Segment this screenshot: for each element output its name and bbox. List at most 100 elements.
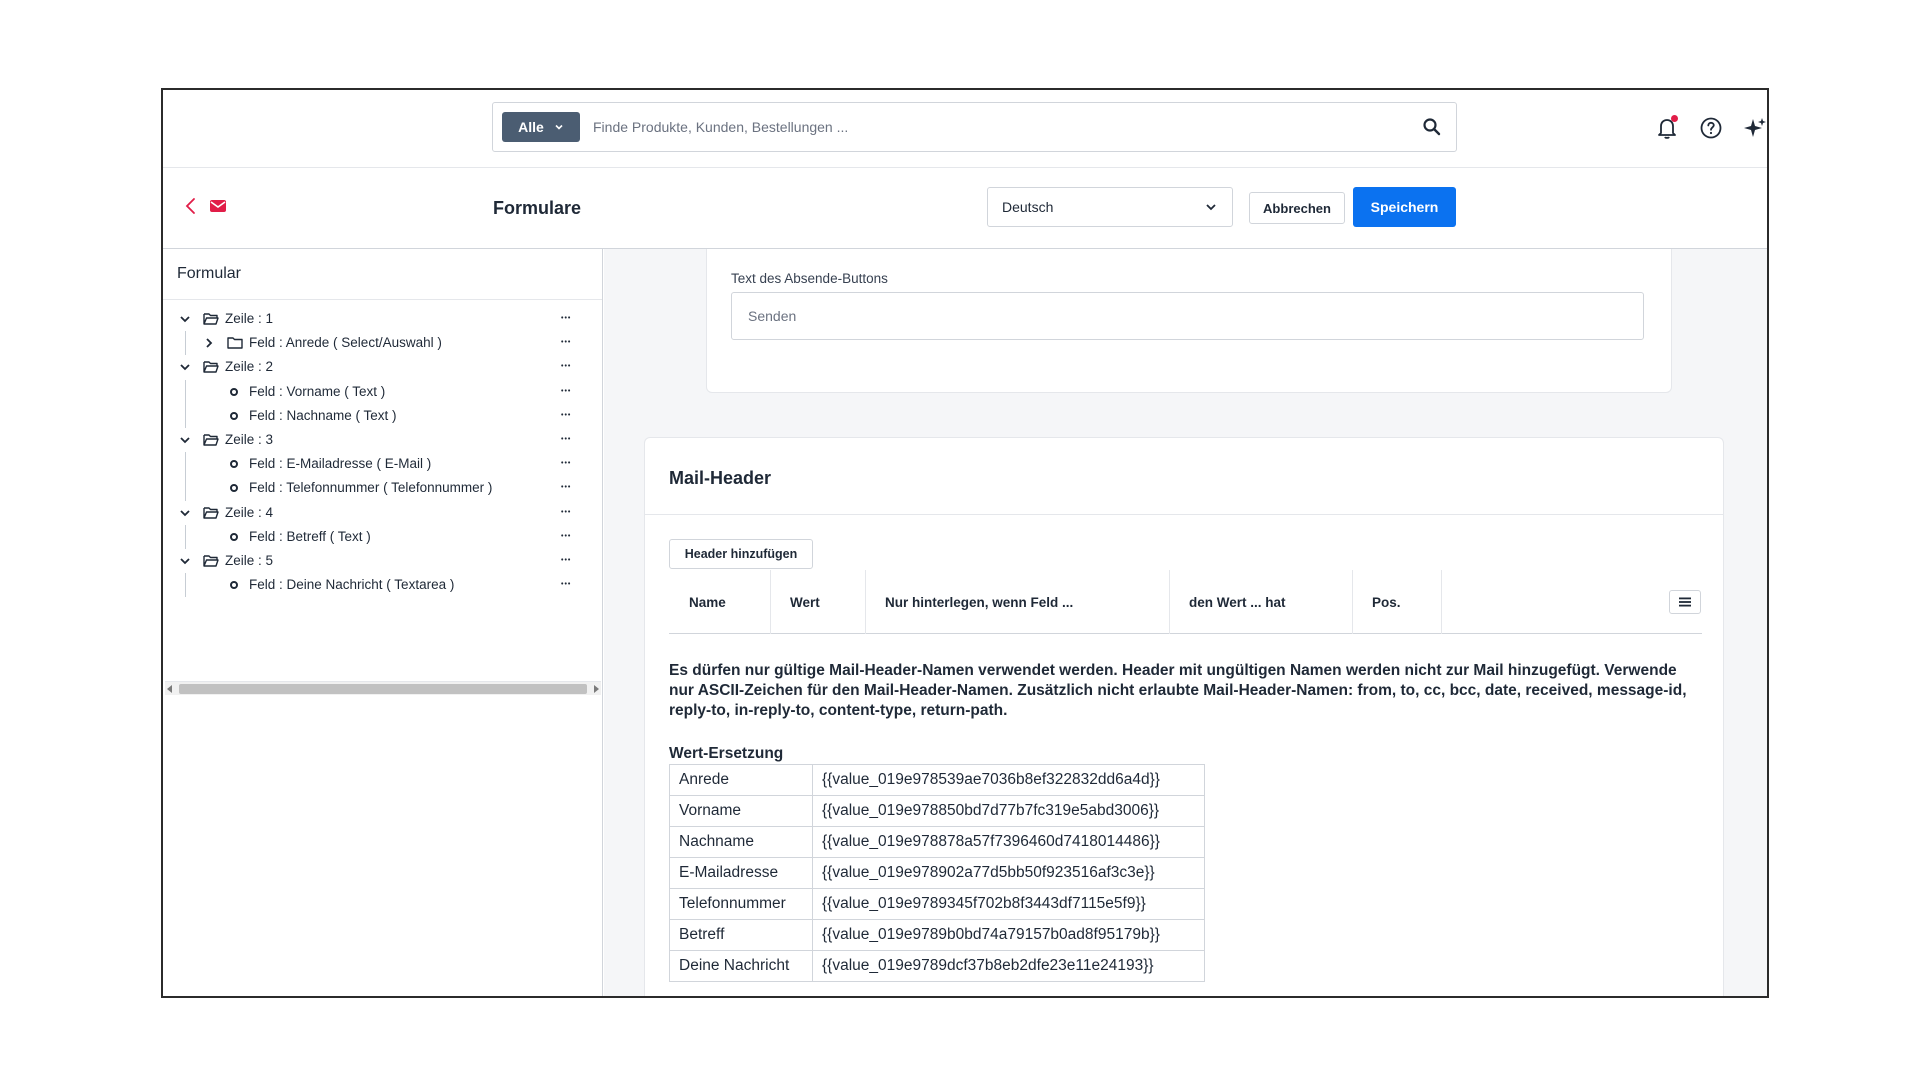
replacement-placeholder: {{value_019e978850bd7d77b7fc319e5abd3006…	[812, 795, 1205, 827]
language-select[interactable]: Deutsch	[987, 187, 1233, 227]
table-row: Nachname {{value_019e978878a57f7396460d74…	[669, 826, 1205, 858]
column-header-condition-value: den Wert ... hat	[1189, 594, 1286, 610]
chevron-right-icon[interactable]	[203, 337, 215, 349]
folder-open-icon	[203, 434, 219, 446]
tree-guide-line	[185, 331, 186, 356]
replacement-field-name: Nachname	[669, 826, 813, 858]
more-icon[interactable]: •••	[561, 410, 577, 422]
sparkle-icon[interactable]	[1742, 115, 1768, 141]
tree-item[interactable]: Zeile : 3 •••	[163, 428, 583, 452]
search-input[interactable]	[593, 112, 1393, 142]
tree-item-label: Feld : Telefonnummer ( Telefonnummer )	[249, 480, 493, 496]
form-editor-content: Text des Absende-Buttons Mail-Header Hea…	[604, 249, 1767, 996]
chevron-down-icon[interactable]	[179, 434, 191, 446]
more-icon[interactable]: •••	[561, 386, 577, 398]
more-icon[interactable]: •••	[561, 531, 577, 543]
scroll-left-icon[interactable]	[167, 685, 172, 693]
tree-item[interactable]: Zeile : 4 •••	[163, 501, 583, 525]
tree-item-label: Zeile : 1	[225, 311, 274, 326]
search-icon[interactable]	[1422, 117, 1442, 137]
tree-item[interactable]: Feld : Deine Nachricht ( Textarea ) •••	[163, 573, 583, 597]
replacement-placeholder: {{value_019e9789345f702b8f3443df7115e5f9…	[812, 888, 1205, 920]
cancel-button[interactable]: Abbrechen	[1249, 192, 1345, 224]
global-search: Alle	[492, 102, 1457, 152]
folder-open-icon	[203, 313, 219, 325]
table-row: Telefonnummer {{value_019e9789345f702b8f3…	[669, 888, 1205, 920]
page-header: Formulare Deutsch Abbrechen Speichern	[163, 168, 1767, 249]
add-header-button[interactable]: Header hinzufügen	[669, 539, 813, 569]
tree-item[interactable]: Feld : Anrede ( Select/Auswahl ) •••	[163, 331, 583, 355]
tree-item-label: Feld : Anrede ( Select/Auswahl )	[249, 335, 442, 351]
chevron-down-icon[interactable]	[179, 361, 191, 373]
horizontal-scrollbar[interactable]	[165, 681, 601, 695]
divider	[645, 514, 1723, 515]
tree-item[interactable]: Feld : Nachname ( Text ) •••	[163, 404, 583, 428]
tree-item[interactable]: Feld : E-Mailadresse ( E-Mail ) •••	[163, 452, 583, 476]
field-bullet-icon	[230, 387, 238, 396]
replacement-placeholder: {{value_019e978902a77d5bb50f923516af3c3e…	[812, 857, 1205, 889]
more-icon[interactable]: •••	[561, 313, 577, 325]
column-header-position: Pos.	[1372, 594, 1401, 610]
chevron-down-icon[interactable]	[179, 555, 191, 567]
more-icon[interactable]: •••	[561, 361, 577, 373]
help-icon[interactable]	[1698, 115, 1724, 141]
form-tree-panel: Formular Zeile : 1 ••• Feld : Anrede ( Sel…	[163, 249, 603, 996]
replacement-field-name: Telefonnummer	[669, 888, 813, 920]
app-window: Alle Formulare Deutsch Abbrechen Speiche…	[161, 88, 1769, 998]
tree-item[interactable]: Zeile : 5 •••	[163, 549, 583, 573]
mail-header-table: Name Wert Nur hinterlegen, wenn Feld ...…	[669, 570, 1702, 634]
field-bullet-icon	[230, 532, 238, 541]
mail-header-title: Mail-Header	[669, 468, 772, 488]
more-icon[interactable]: •••	[561, 579, 577, 591]
chevron-down-icon[interactable]	[179, 507, 191, 519]
column-separator	[1441, 570, 1442, 634]
submit-text-input[interactable]	[731, 292, 1644, 340]
divider	[163, 299, 602, 300]
tree-item-label: Zeile : 5	[225, 553, 274, 568]
folder-icon	[227, 337, 243, 349]
field-bullet-icon	[230, 460, 238, 469]
notification-badge	[1671, 115, 1678, 122]
folder-open-icon	[203, 506, 219, 519]
field-bullet-icon	[230, 411, 238, 420]
replacement-field-name: Vorname	[669, 795, 813, 827]
column-menu-button[interactable]	[1669, 590, 1701, 614]
more-icon[interactable]: •••	[561, 458, 577, 470]
tree-item[interactable]: Feld : Telefonnummer ( Telefonnummer ) ••…	[163, 476, 583, 500]
more-icon[interactable]: •••	[561, 507, 577, 519]
replacement-placeholder: {{value_019e9789b0bd74a79157b0ad8f95179b…	[812, 919, 1205, 951]
replacement-field-name: E-Mailadresse	[669, 857, 813, 889]
more-icon[interactable]: •••	[561, 434, 577, 446]
page-title: Formulare	[493, 198, 582, 218]
more-icon[interactable]: •••	[561, 555, 577, 567]
tree-item[interactable]: Zeile : 1 •••	[163, 307, 583, 331]
tree-item-label: Feld : Betreff ( Text )	[249, 528, 371, 544]
tree-item-label: Feld : Deine Nachricht ( Textarea )	[249, 577, 455, 593]
folder-open-icon	[203, 555, 219, 567]
tree-item[interactable]: Zeile : 2 •••	[163, 355, 583, 379]
more-icon[interactable]: •••	[561, 337, 577, 349]
table-row: E-Mailadresse {{value_019e978902a77d5bb50…	[669, 857, 1205, 889]
scrollbar-thumb[interactable]	[179, 684, 587, 694]
tree-panel-title: Formular	[177, 265, 242, 282]
search-scope-dropdown[interactable]: Alle	[502, 112, 580, 142]
search-scope-label: Alle	[518, 119, 544, 135]
replacement-placeholder: {{value_019e978878a57f7396460d7418014486…	[812, 826, 1205, 858]
value-replacement-table: Anrede {{value_019e978539ae7036b8ef322832…	[669, 764, 1205, 982]
tree-item[interactable]: Feld : Betreff ( Text ) •••	[163, 525, 583, 549]
replacement-placeholder: {{value_019e978539ae7036b8ef322832dd6a4d…	[812, 764, 1205, 796]
scroll-right-icon[interactable]	[594, 685, 599, 693]
field-bullet-icon	[230, 484, 238, 493]
tree-guide-line	[185, 379, 186, 428]
more-icon[interactable]: •••	[561, 482, 577, 494]
replacement-placeholder: {{value_019e9789dcf37b8eb2dfe23e11e24193…	[812, 950, 1205, 982]
replacement-field-name: Anrede	[669, 764, 813, 796]
menu-icon	[1679, 597, 1691, 607]
table-row: Vorname {{value_019e978850bd7d77b7fc319e5…	[669, 795, 1205, 827]
save-button[interactable]: Speichern	[1353, 187, 1456, 227]
tree-item-label: Feld : Nachname ( Text )	[249, 407, 397, 423]
back-icon[interactable]	[181, 196, 201, 216]
table-row: Betreff {{value_019e9789b0bd74a79157b0ad8…	[669, 919, 1205, 951]
chevron-down-icon[interactable]	[179, 313, 191, 325]
tree-item[interactable]: Feld : Vorname ( Text ) •••	[163, 380, 583, 404]
